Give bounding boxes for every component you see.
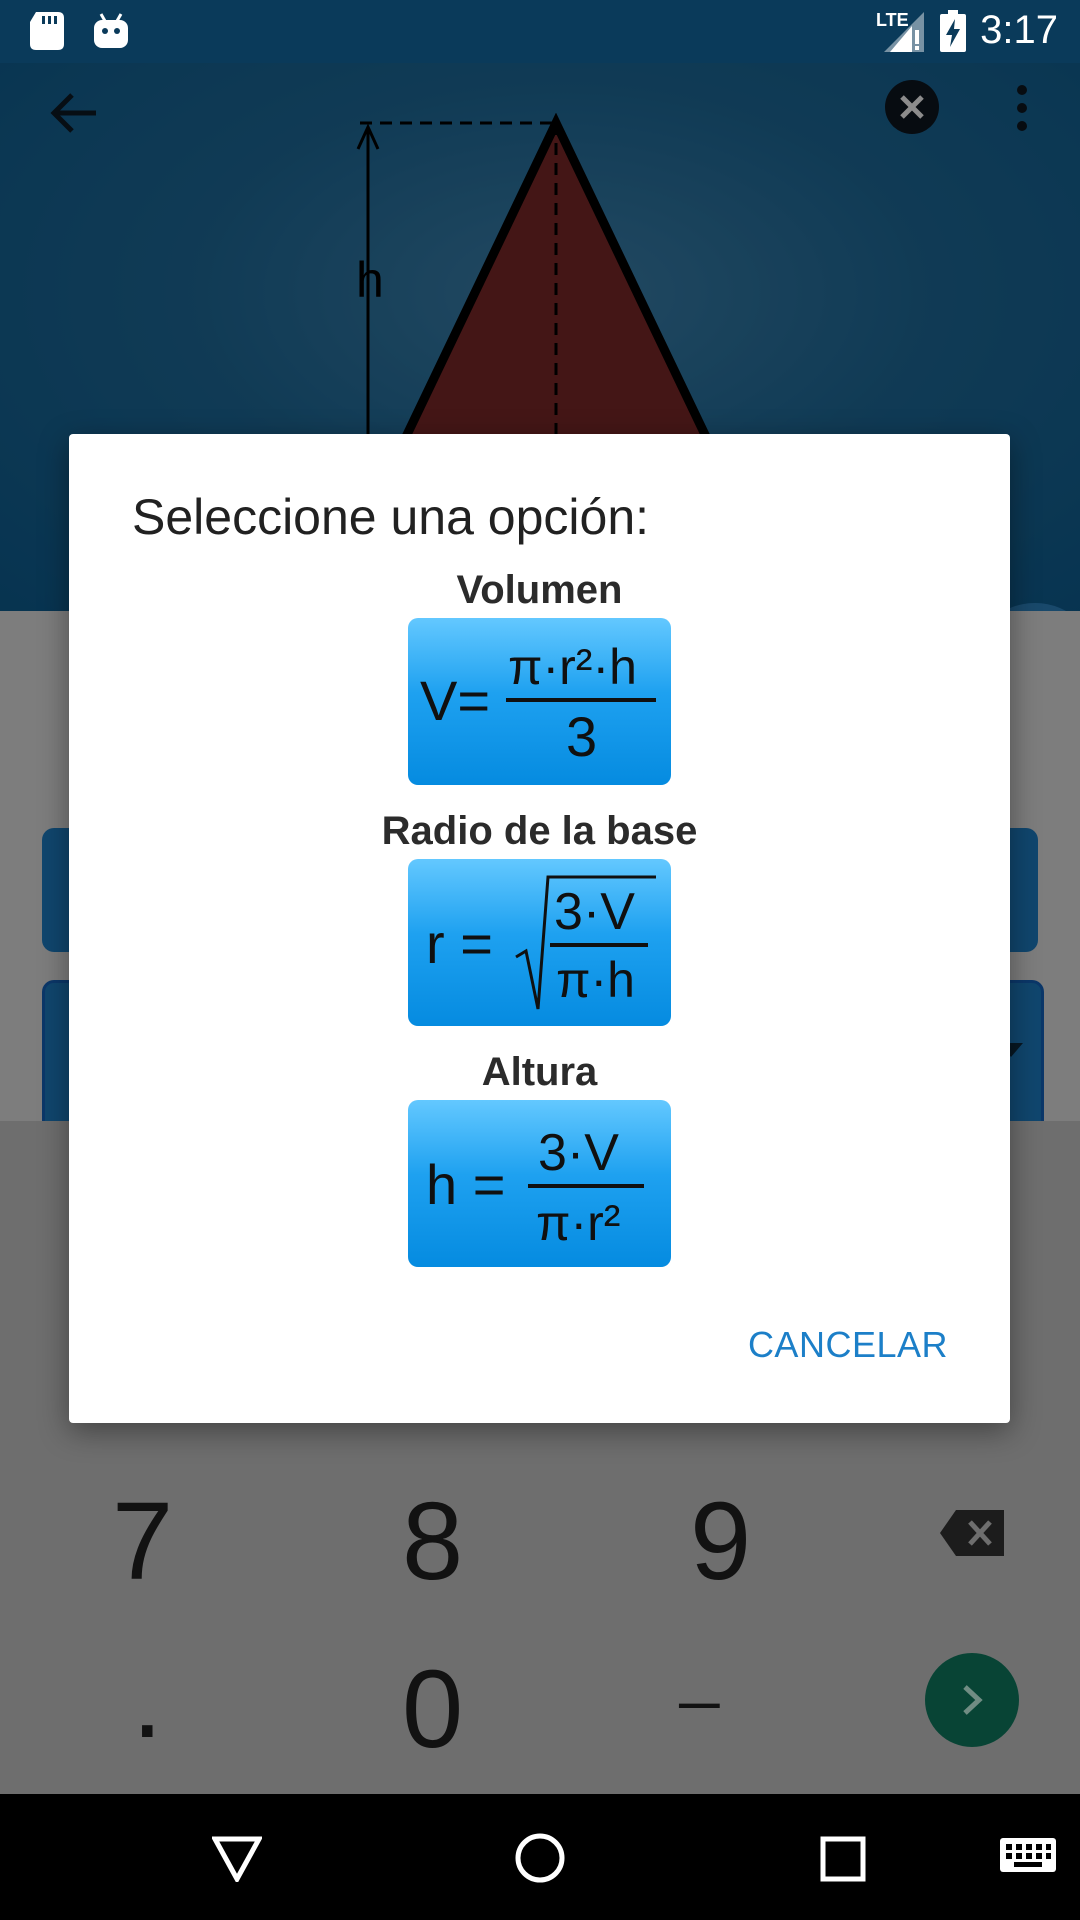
dialog-title: Seleccione una opción: bbox=[132, 489, 650, 545]
keyboard-icon[interactable] bbox=[1000, 1838, 1056, 1878]
option-volume-button[interactable]: V= π·r²·h 3 bbox=[408, 618, 671, 785]
height-formula: h = 3·V π·r² bbox=[426, 1124, 644, 1251]
formula-numerator: 3·V bbox=[554, 883, 635, 941]
nav-back-icon[interactable] bbox=[212, 1836, 262, 1882]
signal-icon bbox=[884, 12, 924, 52]
formula-denominator: π·r² bbox=[536, 1195, 620, 1251]
nav-home-icon[interactable] bbox=[514, 1832, 566, 1884]
formula-lhs: h = bbox=[426, 1153, 505, 1216]
formula-lhs: V= bbox=[420, 669, 490, 732]
battery-charging-icon bbox=[940, 10, 966, 52]
formula-lhs: r = bbox=[426, 912, 493, 975]
volume-formula: V= π·r²·h 3 bbox=[420, 639, 656, 768]
sd-card-icon bbox=[30, 12, 64, 50]
formula-numerator: π·r²·h bbox=[508, 639, 637, 695]
cancel-button[interactable]: CANCELAR bbox=[748, 1324, 948, 1366]
option-label-height: Altura bbox=[481, 1050, 598, 1094]
clock: 3:17 bbox=[980, 8, 1058, 52]
option-dialog: Seleccione una opción: Volumen V= π·r²·h… bbox=[69, 434, 1010, 1423]
status-bar: LTE 3:17 bbox=[0, 0, 1080, 63]
radius-formula: r = 3·V π·h bbox=[426, 875, 656, 1010]
android-icon bbox=[94, 13, 128, 48]
option-radius-button[interactable]: r = 3·V π·h bbox=[408, 859, 671, 1026]
navigation-bar bbox=[0, 1794, 1080, 1920]
nav-recents-icon[interactable] bbox=[820, 1836, 866, 1882]
option-label-radius: Radio de la base bbox=[381, 809, 698, 853]
formula-numerator: 3·V bbox=[538, 1124, 619, 1182]
formula-denominator: 3 bbox=[566, 705, 597, 768]
option-height-button[interactable]: h = 3·V π·r² bbox=[408, 1100, 671, 1267]
formula-denominator: π·h bbox=[556, 952, 635, 1008]
option-label-volume: Volumen bbox=[456, 568, 623, 612]
